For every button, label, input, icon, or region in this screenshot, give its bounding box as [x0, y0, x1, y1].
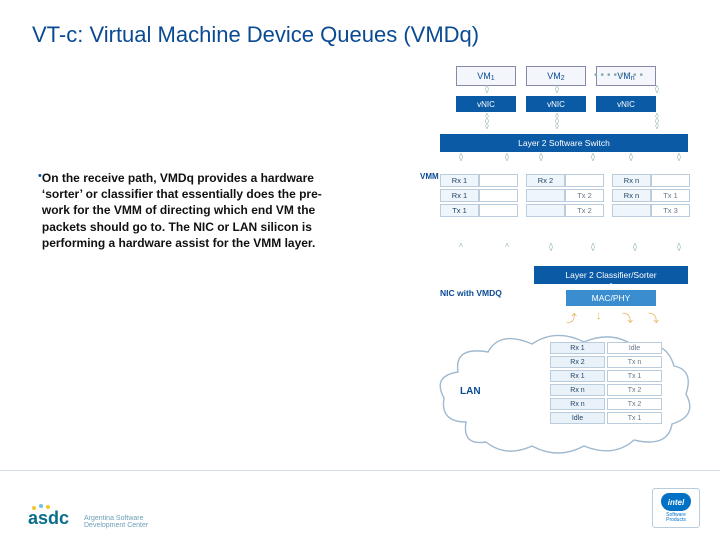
lan-cell: Tx 1	[607, 412, 662, 424]
vnic-box-1: vNIC	[456, 96, 516, 112]
mac-phy-bar: MAC/PHY	[566, 290, 656, 306]
lan-queue-grid: Rx 1Idle Rx 2Tx n Rx 1Tx 1 Rx nTx 2 Rx n…	[550, 342, 662, 424]
queue-cell: Tx 3	[651, 204, 690, 217]
queue-cell: Tx 2	[565, 189, 604, 202]
arrow-icon: ˄˅	[482, 86, 492, 94]
queue-cell	[479, 204, 518, 217]
arrow-icon: ˄˅	[456, 154, 466, 162]
bullet-text: On the receive path, VMDq provides a har…	[42, 170, 338, 251]
vmdq-diagram: VM1 VM2 VMn •••••••• ˄˅ ˄˅ ˄˅ vNIC vNIC …	[416, 66, 706, 468]
flow-arrow-icon: ⤵	[622, 310, 633, 326]
vmm-label: VMM	[420, 172, 439, 181]
flow-arrow-icon: ↓	[596, 310, 602, 322]
queue-cell	[526, 204, 565, 217]
lan-cell: Rx 1	[550, 370, 605, 382]
flow-arrow-icon: ⤵	[648, 310, 659, 326]
bullet-item: • On the receive path, VMDq provides a h…	[38, 170, 338, 251]
lan-cell: Idle	[550, 412, 605, 424]
lan-cell: Idle	[607, 342, 662, 354]
queue-cell	[612, 204, 651, 217]
lan-cell: Rx 2	[550, 356, 605, 368]
arrow-icon: ˄˅	[674, 154, 684, 162]
slide-footer: asdc Argentina Software Development Cent…	[0, 470, 720, 540]
slide-title: VT-c: Virtual Machine Device Queues (VMD…	[32, 22, 479, 48]
asdc-mark-icon: asdc	[28, 504, 76, 530]
arrow-icon: ˄	[502, 244, 512, 248]
arrow-icon: ˄	[456, 244, 466, 248]
queue-cell: Tx 1	[651, 189, 690, 202]
lan-cloud: LAN Rx 1Idle Rx 2Tx n Rx 1Tx 1 Rx nTx 2 …	[436, 332, 694, 460]
arrow-icon: ˄˅	[674, 244, 684, 252]
arrow-icon: ˄˅	[502, 154, 512, 162]
queue-cell: Rx n	[612, 174, 651, 187]
l2-software-switch-bar: Layer 2 Software Switch	[440, 134, 688, 152]
queue-cell: Rx 1	[440, 189, 479, 202]
arrow-icon: ˄˄˅˅	[552, 114, 562, 130]
ellipsis-dots: ••••••••	[594, 70, 646, 81]
arrow-icon: ˄˅	[588, 244, 598, 252]
queue-cell: Rx 2	[526, 174, 565, 187]
vnic-box-n: vNIC	[596, 96, 656, 112]
intel-chip-icon: intel	[661, 493, 691, 511]
asdc-subtitle-1: Argentina Software	[84, 515, 148, 523]
queue-cell	[526, 189, 565, 202]
queue-cell: Tx 1	[440, 204, 479, 217]
queue-cell: Rx 1	[440, 174, 479, 187]
lan-cell: Rx 1	[550, 342, 605, 354]
arrow-icon: ˄˅	[552, 86, 562, 94]
vnic-box-2: vNIC	[526, 96, 586, 112]
arrow-icon: ˄˅	[652, 86, 662, 94]
intel-logo: intel Software Products	[652, 488, 700, 528]
asdc-subtitle-2: Development Center	[84, 522, 148, 530]
queue-grid: Rx 1 Rx 1 Tx 1 Rx 2 Tx 2 Tx 2 Rx n Rx nT…	[440, 174, 688, 244]
lan-cell: Rx n	[550, 384, 605, 396]
lan-cell: Tx 1	[607, 370, 662, 382]
queue-cell: Rx n	[612, 189, 651, 202]
queue-cell	[565, 174, 604, 187]
arrow-icon: ˄	[606, 284, 616, 288]
queue-cell	[651, 174, 690, 187]
arrow-icon: ˄˅	[588, 154, 598, 162]
flow-arrow-icon: ⤴	[566, 310, 577, 326]
lan-label: LAN	[460, 386, 481, 397]
arrow-icon: ˄˄˅˅	[482, 114, 492, 130]
lan-cell: Tx 2	[607, 384, 662, 396]
arrow-icon: ˄˅	[626, 154, 636, 162]
queue-cell: Tx 2	[565, 204, 604, 217]
intel-sub-2: Products	[666, 518, 686, 523]
queue-cell	[479, 189, 518, 202]
lan-cell: Tx 2	[607, 398, 662, 410]
arrow-icon: ˄˄˅˅	[652, 114, 662, 130]
queue-cell	[479, 174, 518, 187]
arrow-icon: ˄˅	[546, 244, 556, 252]
lan-cell: Tx n	[607, 356, 662, 368]
arrow-icon: ˄˅	[536, 154, 546, 162]
lan-cell: Rx n	[550, 398, 605, 410]
asdc-logo: asdc Argentina Software Development Cent…	[28, 496, 148, 530]
svg-text:asdc: asdc	[28, 508, 69, 528]
nic-vmdq-label: NIC with VMDQ	[440, 288, 502, 298]
arrow-icon: ˄˅	[630, 244, 640, 252]
